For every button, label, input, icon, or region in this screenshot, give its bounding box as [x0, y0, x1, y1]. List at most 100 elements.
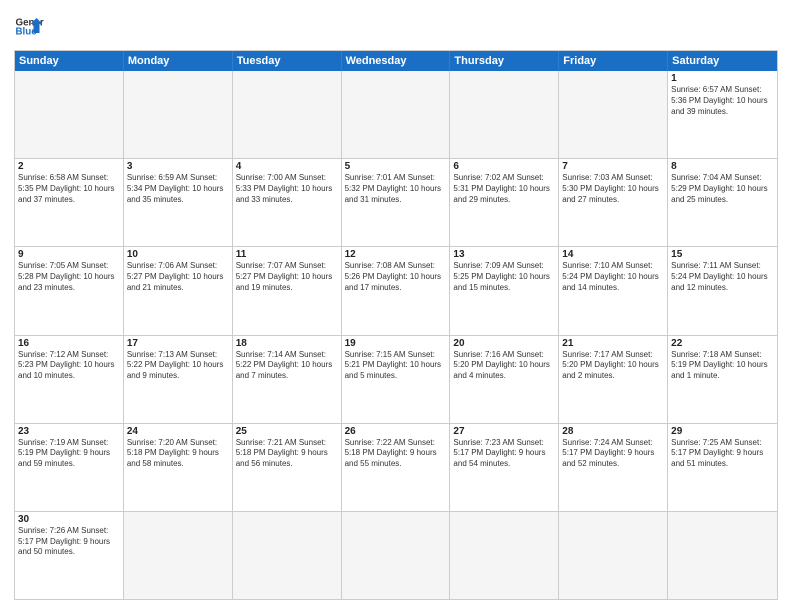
- day-number: 18: [236, 338, 338, 349]
- day-info: Sunrise: 6:59 AM Sunset: 5:34 PM Dayligh…: [127, 173, 229, 205]
- cal-cell: 23Sunrise: 7:19 AM Sunset: 5:19 PM Dayli…: [15, 424, 124, 511]
- day-info: Sunrise: 7:19 AM Sunset: 5:19 PM Dayligh…: [18, 438, 120, 470]
- cal-cell: 5Sunrise: 7:01 AM Sunset: 5:32 PM Daylig…: [342, 159, 451, 246]
- calendar-header: SundayMondayTuesdayWednesdayThursdayFrid…: [15, 51, 777, 71]
- day-number: 16: [18, 338, 120, 349]
- cal-cell: 12Sunrise: 7:08 AM Sunset: 5:26 PM Dayli…: [342, 247, 451, 334]
- cal-cell: 9Sunrise: 7:05 AM Sunset: 5:28 PM Daylig…: [15, 247, 124, 334]
- day-info: Sunrise: 7:06 AM Sunset: 5:27 PM Dayligh…: [127, 261, 229, 293]
- day-number: 24: [127, 426, 229, 437]
- day-number: 26: [345, 426, 447, 437]
- day-info: Sunrise: 7:18 AM Sunset: 5:19 PM Dayligh…: [671, 350, 774, 382]
- day-number: 23: [18, 426, 120, 437]
- week-row-6: 30Sunrise: 7:26 AM Sunset: 5:17 PM Dayli…: [15, 511, 777, 599]
- day-info: Sunrise: 7:05 AM Sunset: 5:28 PM Dayligh…: [18, 261, 120, 293]
- day-header-sunday: Sunday: [15, 51, 124, 71]
- day-number: 8: [671, 161, 774, 172]
- day-number: 14: [562, 249, 664, 260]
- cal-cell: 10Sunrise: 7:06 AM Sunset: 5:27 PM Dayli…: [124, 247, 233, 334]
- day-number: 1: [671, 73, 774, 84]
- day-info: Sunrise: 7:25 AM Sunset: 5:17 PM Dayligh…: [671, 438, 774, 470]
- day-number: 21: [562, 338, 664, 349]
- cal-cell: [450, 512, 559, 599]
- cal-cell: 24Sunrise: 7:20 AM Sunset: 5:18 PM Dayli…: [124, 424, 233, 511]
- cal-cell: 19Sunrise: 7:15 AM Sunset: 5:21 PM Dayli…: [342, 336, 451, 423]
- cal-cell: 11Sunrise: 7:07 AM Sunset: 5:27 PM Dayli…: [233, 247, 342, 334]
- day-info: Sunrise: 7:15 AM Sunset: 5:21 PM Dayligh…: [345, 350, 447, 382]
- cal-cell: 30Sunrise: 7:26 AM Sunset: 5:17 PM Dayli…: [15, 512, 124, 599]
- day-info: Sunrise: 7:01 AM Sunset: 5:32 PM Dayligh…: [345, 173, 447, 205]
- week-row-1: 1Sunrise: 6:57 AM Sunset: 5:36 PM Daylig…: [15, 71, 777, 158]
- cal-cell: [342, 512, 451, 599]
- cal-cell: [559, 512, 668, 599]
- day-info: Sunrise: 7:21 AM Sunset: 5:18 PM Dayligh…: [236, 438, 338, 470]
- cal-cell: [233, 71, 342, 158]
- week-row-2: 2Sunrise: 6:58 AM Sunset: 5:35 PM Daylig…: [15, 158, 777, 246]
- day-info: Sunrise: 7:24 AM Sunset: 5:17 PM Dayligh…: [562, 438, 664, 470]
- header: General Blue: [14, 12, 778, 42]
- cal-cell: [233, 512, 342, 599]
- day-info: Sunrise: 7:03 AM Sunset: 5:30 PM Dayligh…: [562, 173, 664, 205]
- day-number: 20: [453, 338, 555, 349]
- cal-cell: [450, 71, 559, 158]
- cal-cell: 28Sunrise: 7:24 AM Sunset: 5:17 PM Dayli…: [559, 424, 668, 511]
- day-number: 28: [562, 426, 664, 437]
- day-number: 29: [671, 426, 774, 437]
- day-header-thursday: Thursday: [450, 51, 559, 71]
- day-number: 6: [453, 161, 555, 172]
- day-info: Sunrise: 6:58 AM Sunset: 5:35 PM Dayligh…: [18, 173, 120, 205]
- day-number: 19: [345, 338, 447, 349]
- day-number: 15: [671, 249, 774, 260]
- day-info: Sunrise: 6:57 AM Sunset: 5:36 PM Dayligh…: [671, 85, 774, 117]
- day-info: Sunrise: 7:20 AM Sunset: 5:18 PM Dayligh…: [127, 438, 229, 470]
- cal-cell: [559, 71, 668, 158]
- cal-cell: 7Sunrise: 7:03 AM Sunset: 5:30 PM Daylig…: [559, 159, 668, 246]
- day-info: Sunrise: 7:13 AM Sunset: 5:22 PM Dayligh…: [127, 350, 229, 382]
- cal-cell: 4Sunrise: 7:00 AM Sunset: 5:33 PM Daylig…: [233, 159, 342, 246]
- day-info: Sunrise: 7:12 AM Sunset: 5:23 PM Dayligh…: [18, 350, 120, 382]
- day-header-friday: Friday: [559, 51, 668, 71]
- day-info: Sunrise: 7:10 AM Sunset: 5:24 PM Dayligh…: [562, 261, 664, 293]
- week-row-4: 16Sunrise: 7:12 AM Sunset: 5:23 PM Dayli…: [15, 335, 777, 423]
- day-header-monday: Monday: [124, 51, 233, 71]
- day-number: 13: [453, 249, 555, 260]
- cal-cell: 14Sunrise: 7:10 AM Sunset: 5:24 PM Dayli…: [559, 247, 668, 334]
- day-info: Sunrise: 7:07 AM Sunset: 5:27 PM Dayligh…: [236, 261, 338, 293]
- cal-cell: 6Sunrise: 7:02 AM Sunset: 5:31 PM Daylig…: [450, 159, 559, 246]
- day-info: Sunrise: 7:14 AM Sunset: 5:22 PM Dayligh…: [236, 350, 338, 382]
- logo: General Blue: [14, 12, 44, 42]
- day-number: 2: [18, 161, 120, 172]
- day-info: Sunrise: 7:23 AM Sunset: 5:17 PM Dayligh…: [453, 438, 555, 470]
- cal-cell: 21Sunrise: 7:17 AM Sunset: 5:20 PM Dayli…: [559, 336, 668, 423]
- cal-cell: 15Sunrise: 7:11 AM Sunset: 5:24 PM Dayli…: [668, 247, 777, 334]
- day-info: Sunrise: 7:26 AM Sunset: 5:17 PM Dayligh…: [18, 526, 120, 558]
- day-info: Sunrise: 7:16 AM Sunset: 5:20 PM Dayligh…: [453, 350, 555, 382]
- cal-cell: [342, 71, 451, 158]
- day-number: 10: [127, 249, 229, 260]
- day-info: Sunrise: 7:22 AM Sunset: 5:18 PM Dayligh…: [345, 438, 447, 470]
- week-row-5: 23Sunrise: 7:19 AM Sunset: 5:19 PM Dayli…: [15, 423, 777, 511]
- cal-cell: 17Sunrise: 7:13 AM Sunset: 5:22 PM Dayli…: [124, 336, 233, 423]
- cal-cell: [668, 512, 777, 599]
- cal-cell: 3Sunrise: 6:59 AM Sunset: 5:34 PM Daylig…: [124, 159, 233, 246]
- day-number: 9: [18, 249, 120, 260]
- cal-cell: [124, 512, 233, 599]
- day-number: 25: [236, 426, 338, 437]
- calendar-page: General Blue SundayMondayTuesdayWednesda…: [0, 0, 792, 612]
- day-info: Sunrise: 7:00 AM Sunset: 5:33 PM Dayligh…: [236, 173, 338, 205]
- cal-cell: 18Sunrise: 7:14 AM Sunset: 5:22 PM Dayli…: [233, 336, 342, 423]
- day-header-saturday: Saturday: [668, 51, 777, 71]
- week-row-3: 9Sunrise: 7:05 AM Sunset: 5:28 PM Daylig…: [15, 246, 777, 334]
- cal-cell: [124, 71, 233, 158]
- day-number: 3: [127, 161, 229, 172]
- cal-cell: 26Sunrise: 7:22 AM Sunset: 5:18 PM Dayli…: [342, 424, 451, 511]
- day-info: Sunrise: 7:04 AM Sunset: 5:29 PM Dayligh…: [671, 173, 774, 205]
- cal-cell: 16Sunrise: 7:12 AM Sunset: 5:23 PM Dayli…: [15, 336, 124, 423]
- cal-cell: 13Sunrise: 7:09 AM Sunset: 5:25 PM Dayli…: [450, 247, 559, 334]
- day-header-tuesday: Tuesday: [233, 51, 342, 71]
- day-header-wednesday: Wednesday: [342, 51, 451, 71]
- cal-cell: [15, 71, 124, 158]
- cal-cell: 8Sunrise: 7:04 AM Sunset: 5:29 PM Daylig…: [668, 159, 777, 246]
- day-number: 11: [236, 249, 338, 260]
- day-number: 17: [127, 338, 229, 349]
